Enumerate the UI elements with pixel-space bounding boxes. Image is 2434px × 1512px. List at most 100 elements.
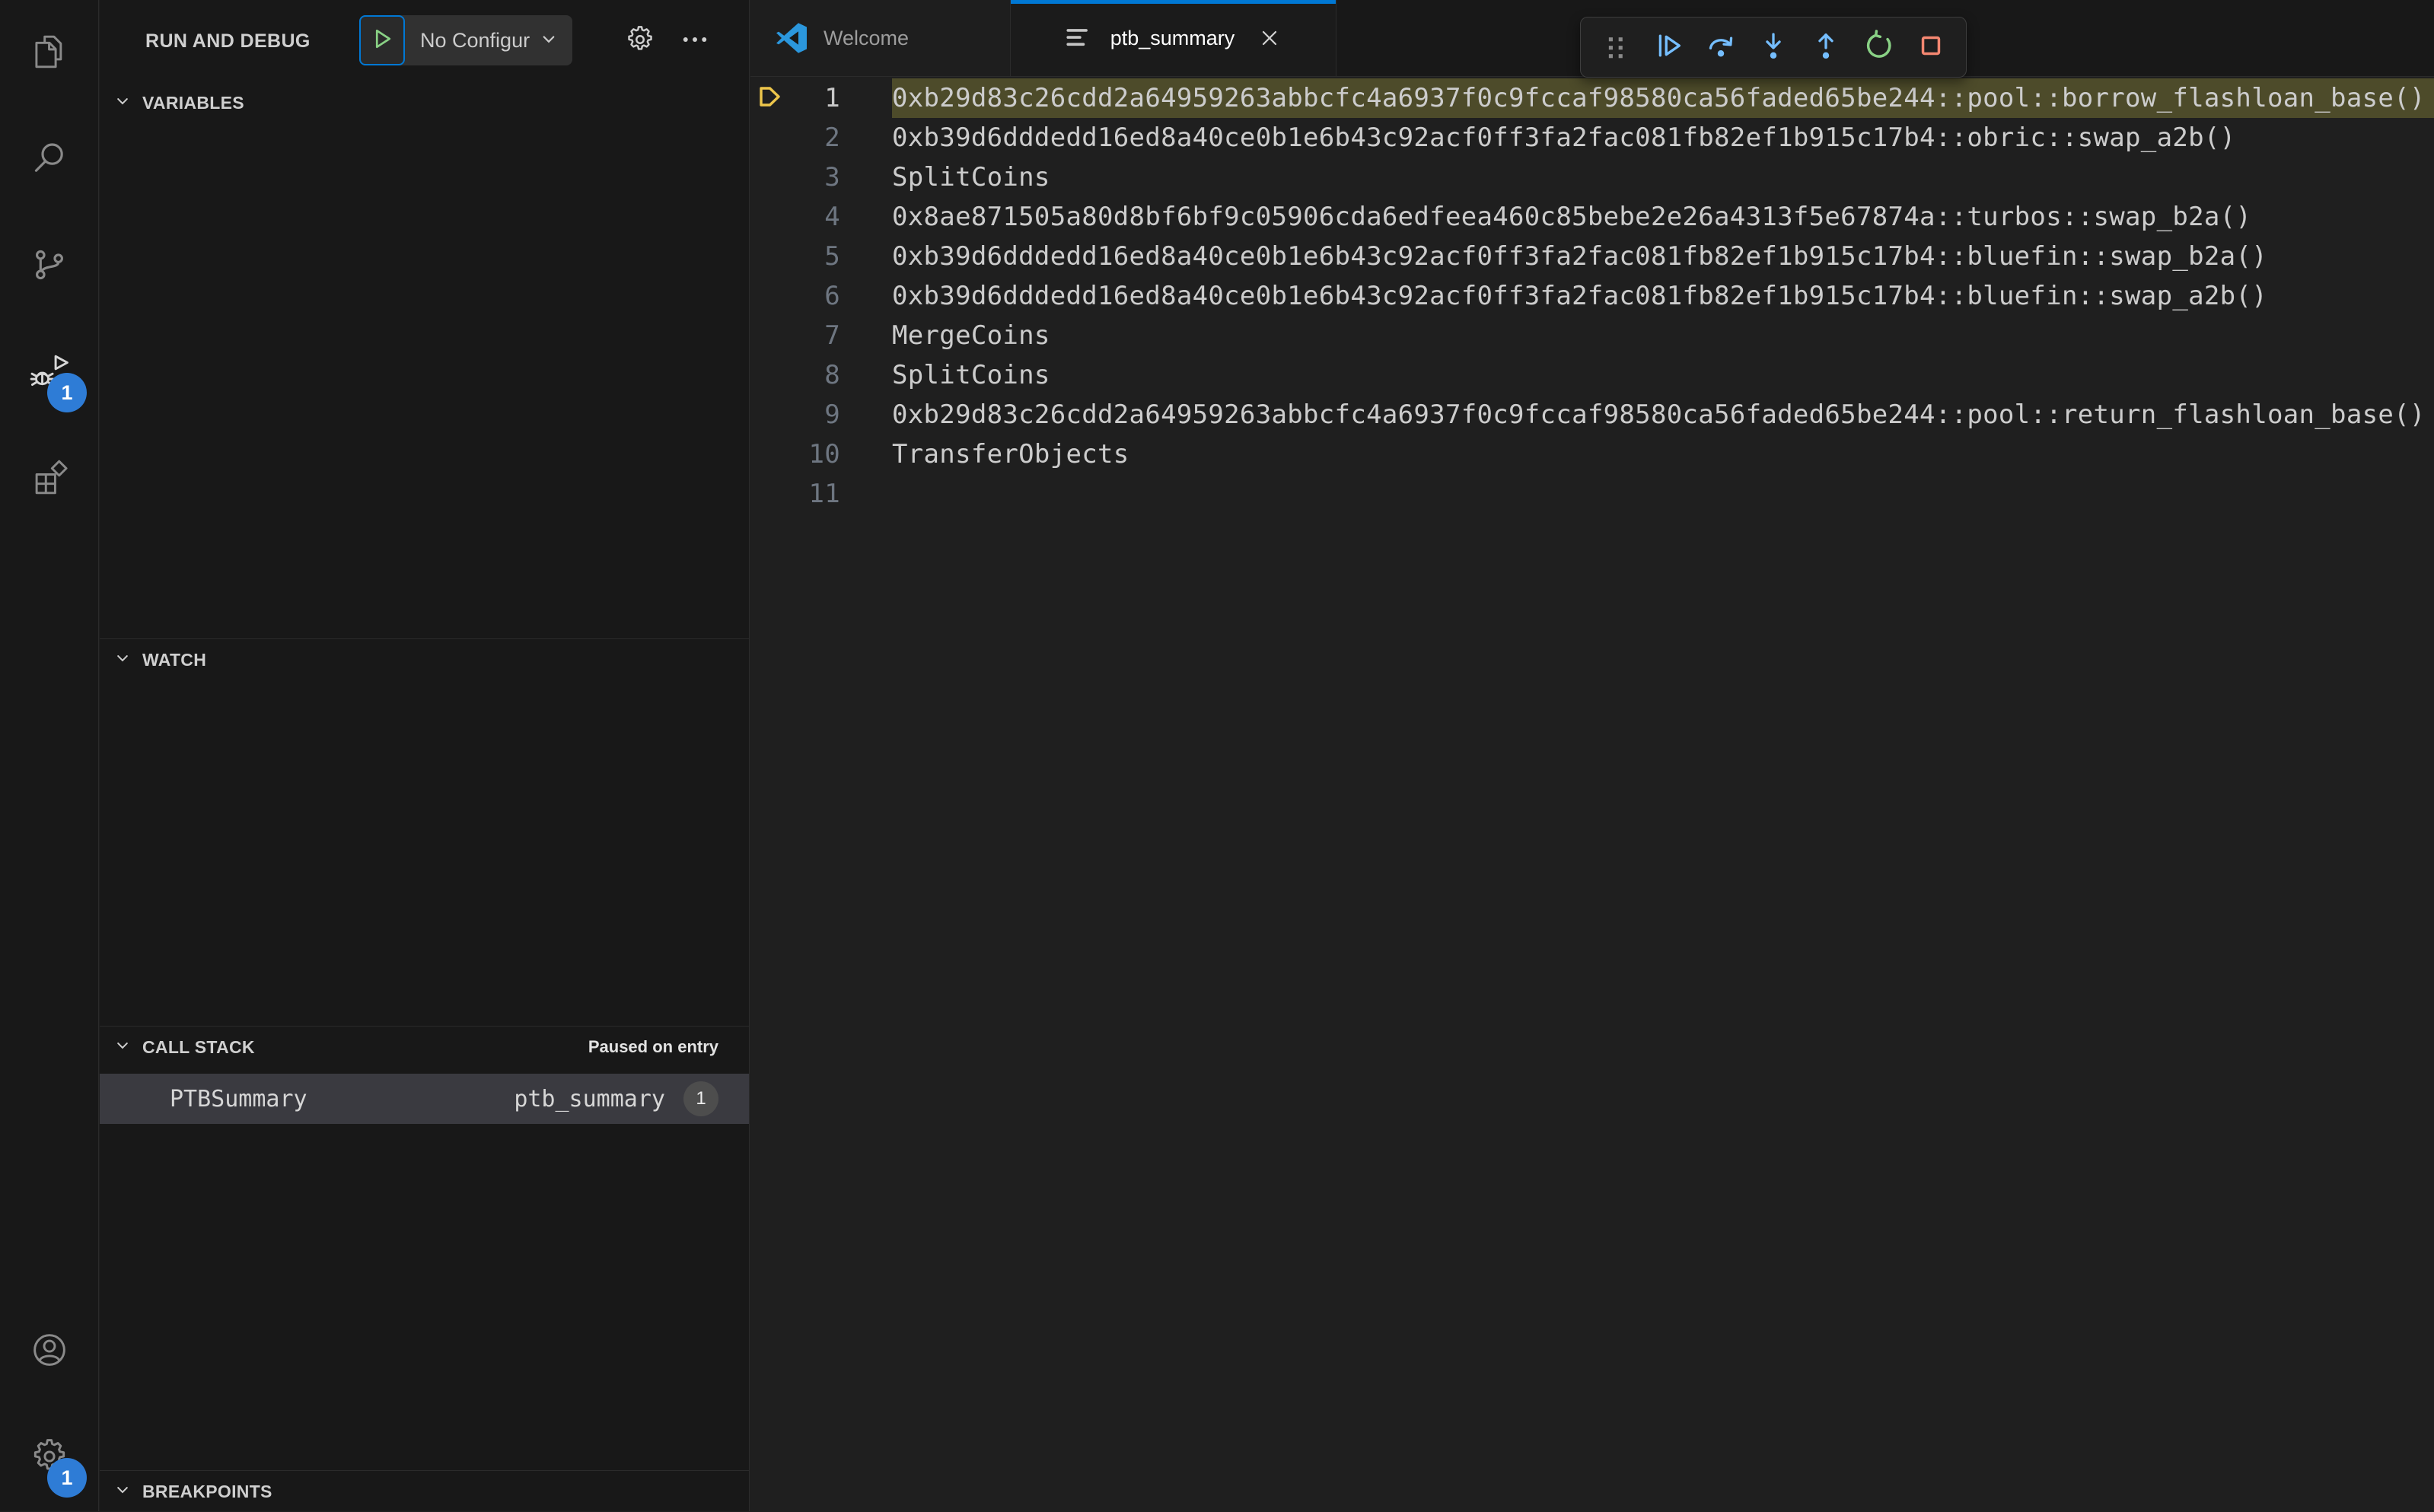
code-line[interactable]: 6 0xb39d6dddedd16ed8a40ce0b1e6b43c92acf0… [750,276,2434,316]
extensions-icon [29,457,70,502]
activity-item-source-control[interactable] [0,213,99,320]
code-line[interactable]: 10 TransferObjects [750,435,2434,474]
section-header-call-stack[interactable]: CALL STACK Paused on entry [100,1027,749,1068]
line-number: 10 [808,439,840,470]
activity-item-settings[interactable]: 1 [0,1405,99,1511]
line-text: TransferObjects [892,439,1129,470]
activity-item-search[interactable] [0,107,99,213]
breakpoint-gutter[interactable] [750,158,798,197]
breakpoint-gutter[interactable] [750,118,798,158]
code-line[interactable]: 3 SplitCoins [750,158,2434,197]
step-over-button[interactable] [1699,25,1743,69]
section-breakpoints: BREAKPOINTS [100,1470,749,1511]
breakpoint-gutter[interactable] [750,395,798,435]
section-watch: WATCH [100,638,749,1026]
line-text: 0xb29d83c26cdd2a64959263abbcfc4a6937f0c9… [892,399,2426,430]
tab-ptb-summary[interactable]: ptb_summary [1011,0,1336,76]
line-content[interactable] [892,474,2434,514]
code-line[interactable]: 2 0xb39d6dddedd16ed8a40ce0b1e6b43c92acf0… [750,118,2434,158]
step-out-icon [1809,29,1843,66]
step-into-icon [1757,29,1790,66]
breakpoint-gutter[interactable] [750,435,798,474]
activity-item-explorer[interactable] [0,0,99,107]
section-call-stack: CALL STACK Paused on entry PTBSummary pt… [100,1026,749,1470]
tab-label: Welcome [824,26,910,49]
debug-settings-button[interactable] [620,21,660,61]
call-stack-session-row[interactable]: PTBSummary ptb_summary 1 [100,1074,749,1124]
line-content[interactable]: 0xb29d83c26cdd2a64959263abbcfc4a6937f0c9… [892,395,2434,435]
code-line[interactable]: 4 0x8ae871505a80d8bf6bf9c05906cda6edfeea… [750,197,2434,237]
section-header-breakpoints[interactable]: BREAKPOINTS [100,1471,749,1512]
debug-badge: 1 [47,373,87,412]
settings-badge: 1 [47,1458,87,1498]
section-label: WATCH [142,649,207,670]
line-text: MergeCoins [892,320,1050,351]
code-line[interactable]: 5 0xb39d6dddedd16ed8a40ce0b1e6b43c92acf0… [750,237,2434,276]
section-label: VARIABLES [142,92,244,113]
ellipsis-icon [679,24,711,59]
launch-configuration-control[interactable]: No Configur [359,15,573,65]
line-content[interactable]: 0xb39d6dddedd16ed8a40ce0b1e6b43c92acf0ff… [892,237,2434,276]
line-text: 0xb29d83c26cdd2a64959263abbcfc4a6937f0c9… [892,83,2426,113]
code-line[interactable]: 9 0xb29d83c26cdd2a64959263abbcfc4a6937f0… [750,395,2434,435]
breakpoint-gutter[interactable] [750,78,798,118]
sidebar-header: RUN AND DEBUG No Configur [100,0,749,82]
chevron-down-icon [112,1479,133,1504]
code-line[interactable]: 1 0xb29d83c26cdd2a64959263abbcfc4a6937f0… [750,78,2434,118]
breakpoint-gutter[interactable] [750,237,798,276]
line-content[interactable]: SplitCoins [892,355,2434,395]
debug-session-name: PTBSummary [170,1085,307,1113]
continue-icon [1652,29,1685,66]
section-variables: VARIABLES [100,82,749,638]
stop-button[interactable] [1909,25,1953,69]
line-number: 3 [824,162,840,193]
configuration-dropdown[interactable]: No Configur [405,15,572,65]
continue-button[interactable] [1646,25,1690,69]
line-content[interactable]: TransferObjects [892,435,2434,474]
files-icon [29,31,70,76]
line-content[interactable]: 0x8ae871505a80d8bf6bf9c05906cda6edfeea46… [892,197,2434,237]
activity-item-extensions[interactable] [0,426,99,533]
restart-button[interactable] [1856,25,1900,69]
code-editor[interactable]: 1 0xb29d83c26cdd2a64959263abbcfc4a6937f0… [750,77,2434,1511]
start-debug-button[interactable] [359,15,405,65]
section-header-variables[interactable]: VARIABLES [100,82,749,123]
line-content[interactable]: 0xb39d6dddedd16ed8a40ce0b1e6b43c92acf0ff… [892,276,2434,316]
code-line[interactable]: 7 MergeCoins [750,316,2434,355]
line-number: 8 [824,360,840,390]
line-content[interactable]: 0xb39d6dddedd16ed8a40ce0b1e6b43c92acf0ff… [892,118,2434,158]
line-number: 4 [824,202,840,232]
debug-current-line-arrow-icon [755,81,785,115]
gear-icon [624,24,656,59]
line-text: 0x8ae871505a80d8bf6bf9c05906cda6edfeea46… [892,202,2252,232]
configuration-dropdown-label: No Configur [420,28,530,52]
breakpoint-gutter[interactable] [750,276,798,316]
activity-item-accounts[interactable] [0,1298,99,1405]
views-more-actions-button[interactable] [675,21,715,61]
search-icon [29,138,70,183]
drag-handle-icon[interactable] [1594,25,1638,69]
breakpoint-gutter[interactable] [750,474,798,514]
line-text: 0xb39d6dddedd16ed8a40ce0b1e6b43c92acf0ff… [892,281,2267,311]
chevron-down-icon [537,27,560,54]
code-line[interactable]: 11 [750,474,2434,514]
tab-welcome[interactable]: Welcome [750,0,1011,76]
line-number: 6 [824,281,840,311]
breakpoint-gutter[interactable] [750,355,798,395]
call-stack-row-detail: ptb_summary 1 [514,1081,749,1116]
breakpoint-gutter[interactable] [750,197,798,237]
line-content[interactable]: 0xb29d83c26cdd2a64959263abbcfc4a6937f0c9… [892,78,2434,118]
section-header-watch[interactable]: WATCH [100,639,749,680]
breakpoint-gutter[interactable] [750,316,798,355]
line-number: 2 [824,123,840,153]
code-line[interactable]: 8 SplitCoins [750,355,2434,395]
line-number: 9 [824,399,840,430]
line-content[interactable]: SplitCoins [892,158,2434,197]
activity-item-run-debug[interactable]: 1 [0,320,99,426]
line-content[interactable]: MergeCoins [892,316,2434,355]
step-into-button[interactable] [1751,25,1795,69]
close-icon[interactable] [1254,23,1285,53]
tab-label: ptb_summary [1110,26,1235,49]
step-out-button[interactable] [1804,25,1848,69]
pause-reason-status: Paused on entry [588,1037,718,1056]
